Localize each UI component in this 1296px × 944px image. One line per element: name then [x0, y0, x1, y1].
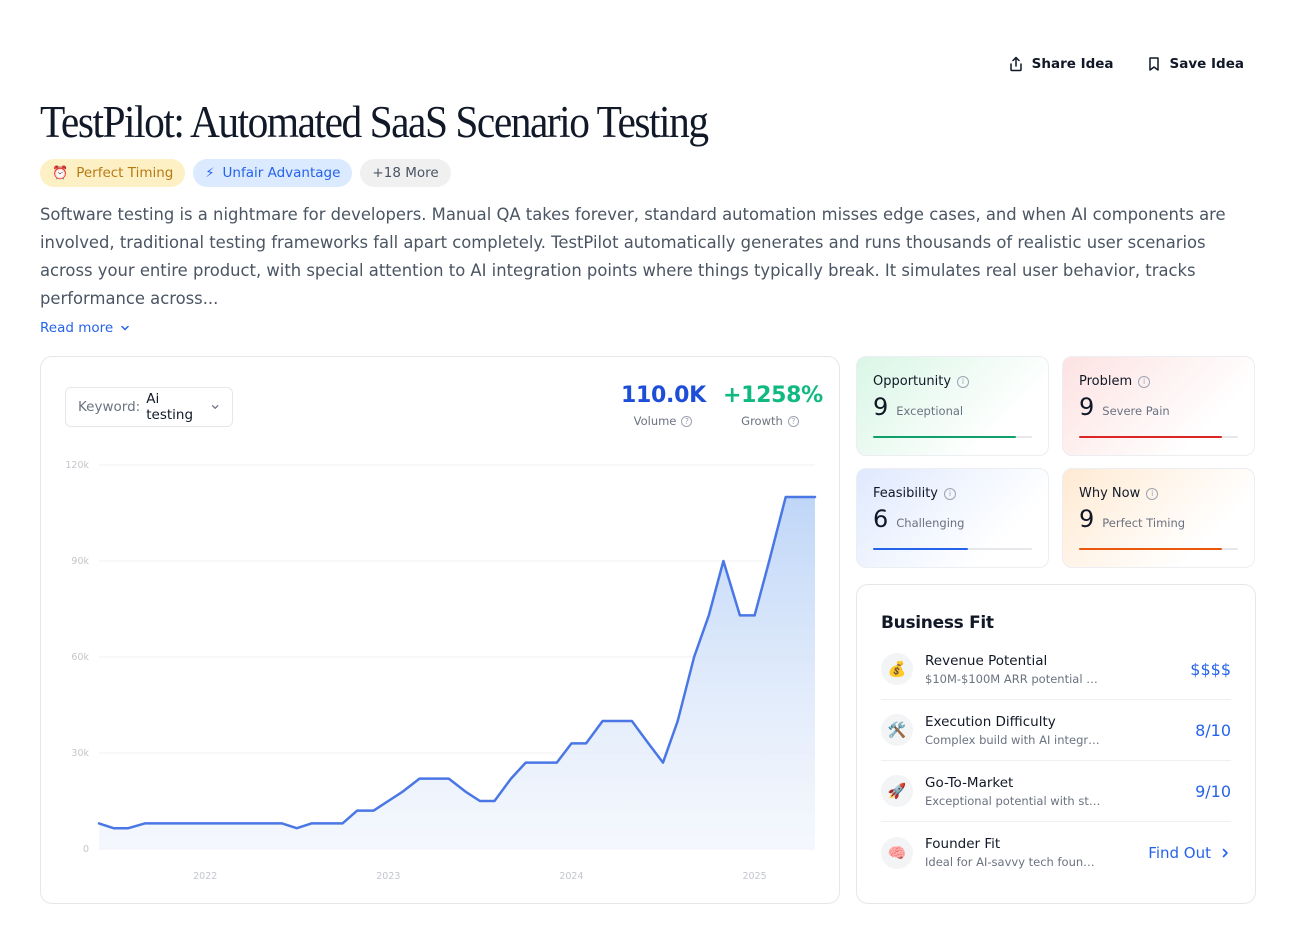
- badge-list: ⏰ Perfect Timing ⚡ Unfair Advantage +18 …: [40, 159, 451, 187]
- idea-description: Software testing is a nightmare for deve…: [40, 205, 1226, 308]
- fit-row-value: 9/10: [1195, 781, 1231, 801]
- x-tick-label: 2024: [559, 871, 583, 882]
- score-title: Why Now: [1079, 486, 1141, 501]
- y-tick-label: 30k: [71, 748, 89, 759]
- fit-row-revenue-potential[interactable]: 💰 Revenue Potential $10M-$100M ARR potent…: [881, 639, 1231, 700]
- info-icon[interactable]: i: [944, 487, 956, 500]
- score-card-feasibility[interactable]: Feasibility i 6 Challenging: [856, 468, 1049, 568]
- rocket-icon: 🚀: [881, 775, 913, 807]
- score-bar-fill: [873, 436, 1017, 438]
- badge-perfect-timing[interactable]: ⏰ Perfect Timing: [40, 159, 186, 187]
- fit-row-title: Go-To-Market: [925, 774, 1014, 791]
- score-bar-fill: [873, 548, 969, 550]
- page-title: TestPilot: Automated SaaS Scenario Testi…: [40, 97, 709, 147]
- fit-row-value: 8/10: [1195, 720, 1231, 740]
- score-title: Problem: [1079, 374, 1133, 389]
- score-bar-fill: [1079, 436, 1223, 438]
- fit-row-desc: Ideal for AI-savvy tech founder...: [925, 855, 1101, 869]
- score-value: 9: [1079, 393, 1095, 421]
- fit-row-go-to-market[interactable]: 🚀 Go-To-Market Exceptional potential with…: [881, 761, 1231, 822]
- share-idea-label: Share Idea: [1031, 56, 1114, 72]
- find-out-label: Find Out: [1148, 843, 1211, 862]
- bookmark-icon: [1148, 57, 1159, 71]
- alarm-clock-icon: ⏰: [52, 165, 69, 181]
- score-bar: [873, 548, 1032, 550]
- fit-row-value: $$$$: [1190, 659, 1231, 679]
- info-icon[interactable]: i: [1138, 375, 1151, 388]
- read-more-link[interactable]: Read more: [40, 320, 131, 336]
- score-card-why-now[interactable]: Why Now i 9 Perfect Timing: [1062, 468, 1255, 568]
- fit-row-desc: Complex build with AI integrat...: [925, 732, 1101, 747]
- chevron-down-icon: [121, 325, 129, 331]
- badge-more[interactable]: +18 More: [360, 159, 451, 187]
- fit-row-desc: $10M-$100M ARR potential t...: [925, 671, 1101, 686]
- trend-chart-card: Keyword: Ai testing 110.0K Volume? +1258…: [40, 356, 840, 904]
- score-bar-fill: [1079, 548, 1223, 550]
- y-tick-label: 60k: [71, 652, 89, 663]
- score-value: 9: [873, 393, 889, 421]
- info-icon[interactable]: i: [1146, 487, 1159, 500]
- read-more-label: Read more: [40, 320, 114, 336]
- money-bag-icon: 💰: [881, 653, 913, 685]
- business-fit-list: 💰 Revenue Potential $10M-$100M ARR potent…: [881, 639, 1231, 883]
- chevron-right-icon: [1222, 848, 1228, 857]
- score-value: 9: [1079, 505, 1095, 533]
- x-tick-label: 2023: [376, 871, 400, 882]
- lightning-icon: ⚡: [205, 165, 215, 181]
- score-label: Exceptional: [896, 404, 964, 418]
- info-icon[interactable]: i: [957, 375, 970, 388]
- brain-icon: 🧠: [881, 836, 913, 869]
- score-value: 6: [873, 505, 889, 533]
- badge-unfair-advantage[interactable]: ⚡ Unfair Advantage: [193, 159, 353, 187]
- fit-row-founder-fit[interactable]: 🧠 Founder Fit Ideal for AI-savvy tech fou…: [881, 822, 1231, 883]
- tools-icon: 🛠️: [881, 714, 913, 746]
- fit-row-title: Founder Fit: [925, 836, 1001, 852]
- score-card-opportunity[interactable]: Opportunity i 9 Exceptional: [856, 356, 1049, 456]
- score-card-problem[interactable]: Problem i 9 Severe Pain: [1062, 356, 1255, 456]
- find-out-link[interactable]: Find Out: [1148, 844, 1231, 862]
- x-tick-label: 2025: [742, 871, 766, 882]
- score-bar: [873, 436, 1032, 438]
- score-bar: [1079, 548, 1238, 550]
- score-label: Perfect Timing: [1102, 516, 1186, 530]
- fit-row-execution-difficulty[interactable]: 🛠️ Execution Difficulty Complex build wit…: [881, 700, 1231, 761]
- score-bar: [1079, 436, 1238, 438]
- badge-label: Perfect Timing: [76, 165, 174, 181]
- trend-chart: 0 30k 60k 90k 120k 2022 2023 2024 2025: [65, 460, 817, 882]
- fit-row-title: Execution Difficulty: [925, 713, 1056, 730]
- badge-label: Unfair Advantage: [222, 165, 341, 181]
- y-tick-label: 90k: [71, 556, 89, 567]
- fit-row-title: Revenue Potential: [925, 652, 1048, 669]
- x-tick-label: 2022: [193, 871, 217, 882]
- series-area: [99, 497, 815, 849]
- share-idea-button[interactable]: Share Idea: [1008, 56, 1114, 72]
- score-label: Challenging: [896, 516, 965, 530]
- business-fit-card: Business Fit 💰 Revenue Potential $10M-$10…: [856, 584, 1256, 904]
- business-fit-title: Business Fit: [881, 613, 994, 633]
- score-label: Severe Pain: [1102, 404, 1170, 418]
- score-title: Feasibility: [873, 486, 938, 501]
- y-tick-label: 120k: [65, 460, 89, 471]
- fit-row-desc: Exceptional potential with stro...: [925, 793, 1101, 808]
- share-icon: [1009, 56, 1022, 72]
- save-idea-button[interactable]: Save Idea: [1146, 56, 1244, 72]
- top-actions: Share Idea Save Idea: [1008, 56, 1244, 72]
- score-title: Opportunity: [873, 374, 952, 389]
- save-idea-label: Save Idea: [1169, 56, 1244, 72]
- y-tick-label: 0: [83, 844, 89, 855]
- badge-label: +18 More: [372, 165, 439, 181]
